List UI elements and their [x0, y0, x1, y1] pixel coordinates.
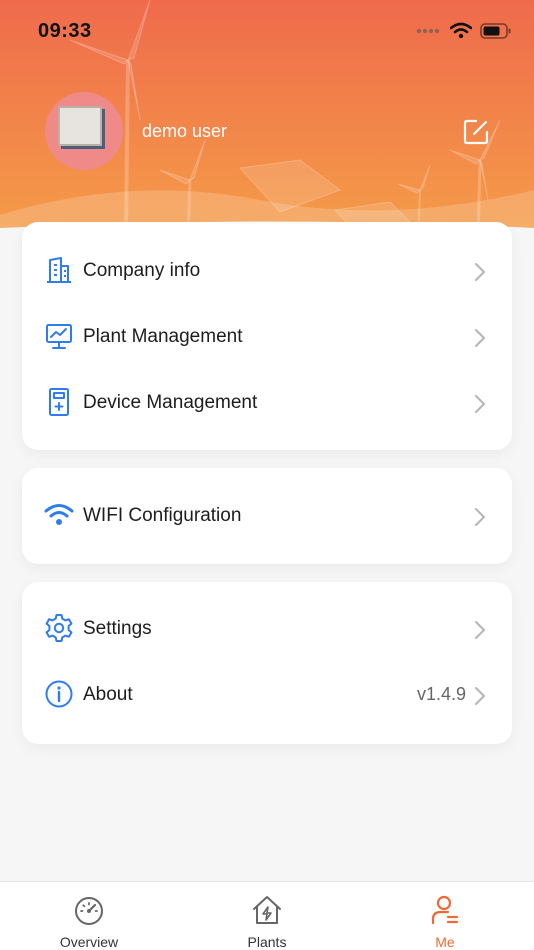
menu-item-label: Settings [83, 618, 152, 639]
chevron-right-icon [475, 263, 486, 281]
status-bar: 09:33 [0, 0, 534, 60]
menu-item-label: Device Management [83, 392, 258, 413]
username: demo user [142, 121, 228, 141]
menu-item-device-management[interactable]: Device Management [22, 370, 512, 436]
gear-icon [45, 614, 73, 642]
status-time: 09:33 [38, 20, 92, 42]
tab-label: Plants [247, 934, 287, 950]
tab-plants[interactable]: Plants [178, 882, 356, 950]
chevron-right-icon [475, 395, 486, 413]
wifi-status-icon [450, 22, 472, 39]
tab-label: Overview [59, 934, 119, 950]
tab-overview[interactable]: Overview [0, 882, 178, 950]
gauge-icon [75, 897, 103, 925]
menu-item-label: Plant Management [83, 326, 243, 347]
tab-label: Me [435, 934, 455, 950]
menu-item-label: About [83, 684, 133, 705]
monitor-chart-icon [46, 324, 72, 349]
menu-item-company-info[interactable]: Company info [22, 238, 512, 304]
menu-item-label: WIFI Configuration [83, 505, 242, 526]
chevron-right-icon [475, 508, 486, 526]
battery-icon [480, 22, 511, 39]
avatar[interactable] [45, 92, 123, 170]
house-bolt-icon [253, 896, 281, 924]
menu-card-management: Company info Plant Management Device Man… [22, 222, 512, 450]
building-icon [47, 257, 71, 283]
edit-profile-icon[interactable] [462, 118, 490, 146]
chevron-right-icon [475, 329, 486, 347]
menu-item-settings[interactable]: Settings [22, 596, 512, 662]
profile-header: 09:33 demo user [0, 0, 534, 250]
menu-item-wifi-configuration[interactable]: WIFI Configuration [22, 483, 512, 549]
user-icon [431, 895, 459, 925]
tab-me[interactable]: Me [356, 882, 534, 950]
info-icon [45, 680, 73, 708]
menu-item-plant-management[interactable]: Plant Management [22, 304, 512, 370]
menu-item-about[interactable]: About v1.4.9 [22, 662, 512, 728]
menu-card-settings: Settings About v1.4.9 [22, 582, 512, 744]
chevron-right-icon [475, 621, 486, 639]
chevron-right-icon [475, 687, 486, 705]
app-version: v1.4.9 [416, 684, 466, 704]
bottom-tab-bar: Overview Plants Me [0, 881, 534, 950]
cellular-signal-icon [416, 28, 440, 33]
wifi-icon [44, 504, 74, 525]
device-icon [49, 388, 69, 416]
menu-item-label: Company info [83, 260, 201, 281]
menu-card-wifi: WIFI Configuration [22, 468, 512, 564]
